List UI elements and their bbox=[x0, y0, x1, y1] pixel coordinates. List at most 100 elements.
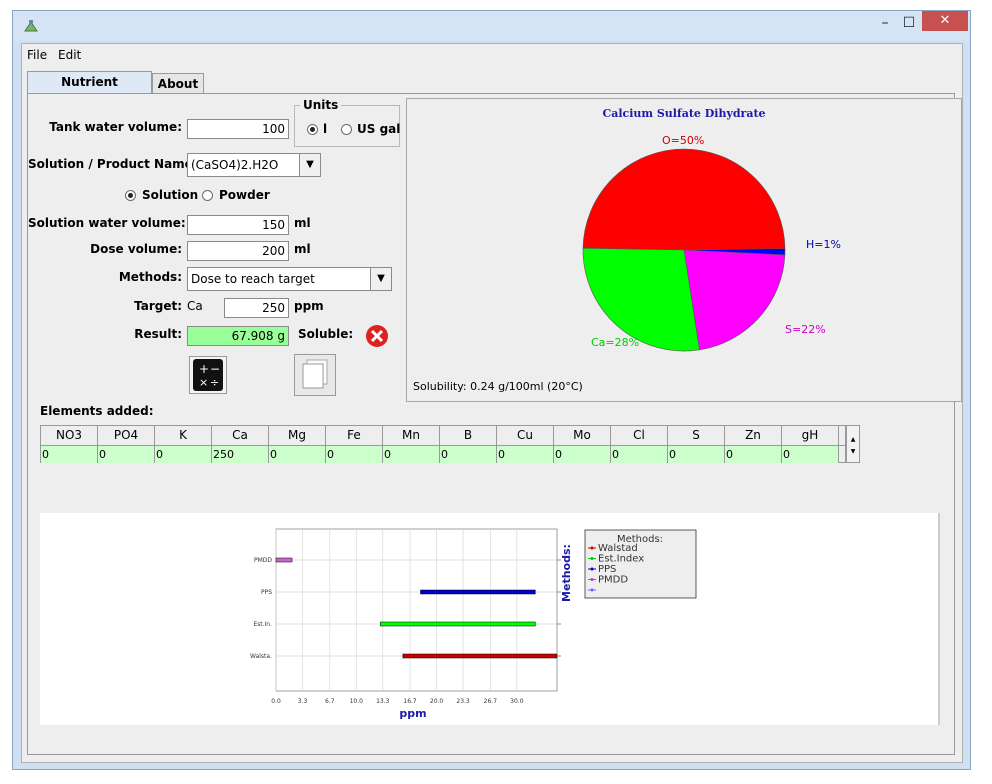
title-bar: – ☐ ✕ bbox=[13, 11, 970, 41]
y-tick-label: PPS bbox=[261, 589, 272, 596]
solution-label: Solution bbox=[142, 188, 199, 202]
methods-label: Methods: bbox=[118, 270, 182, 284]
calculate-button[interactable]: + − × ÷ bbox=[189, 356, 227, 394]
legend-item: Est.Index bbox=[598, 554, 644, 565]
plot-area bbox=[275, 528, 558, 692]
x-tick-label: 20.0 bbox=[430, 698, 444, 705]
legend-marker bbox=[590, 557, 594, 560]
insoluble-x-icon bbox=[366, 325, 388, 347]
calculator-icon: + − × ÷ bbox=[193, 359, 223, 391]
legend-item: Walstad bbox=[598, 543, 638, 554]
table-header[interactable]: S bbox=[668, 426, 725, 445]
table-scrollbar[interactable]: ▲ ▼ bbox=[846, 425, 860, 463]
product-name-label: Solution / Product Name: bbox=[28, 157, 198, 171]
table-cell[interactable]: 0 bbox=[611, 446, 668, 463]
methods-select[interactable]: Dose to reach target ▼ bbox=[187, 267, 392, 291]
table-header[interactable]: NO3 bbox=[41, 426, 98, 445]
table-header[interactable]: K bbox=[155, 426, 212, 445]
table-header[interactable]: Zn bbox=[725, 426, 782, 445]
close-button[interactable]: ✕ bbox=[922, 11, 968, 31]
pie-chart-panel: Calcium Sulfate Dihydrate O=50% H=1% S=22%… bbox=[406, 98, 962, 402]
table-header[interactable]: gH bbox=[782, 426, 839, 445]
table-cell[interactable]: 0 bbox=[668, 446, 725, 463]
y-tick-label: Est.In. bbox=[253, 621, 272, 628]
table-header[interactable]: Mn bbox=[383, 426, 440, 445]
bar bbox=[420, 589, 536, 595]
solution-radio[interactable] bbox=[125, 190, 136, 201]
powder-radio[interactable] bbox=[202, 190, 213, 201]
solution-water-unit: ml bbox=[294, 216, 311, 230]
y-tick-label: Walsta. bbox=[250, 653, 272, 660]
y-tick-label: PMDD bbox=[254, 557, 272, 564]
app-icon bbox=[24, 20, 38, 32]
copy-button[interactable] bbox=[294, 354, 336, 396]
elements-table: NO3 0 PO4 0 K 0 Ca 250 Mg 0 Fe 0 Mn 0 B 0 Cu 0 Mo 0 Cl 0 S 0 Zn 0… bbox=[40, 425, 846, 463]
scroll-up-icon[interactable]: ▲ bbox=[847, 434, 859, 446]
tank-volume-input[interactable]: 100 bbox=[187, 119, 289, 139]
table-header[interactable]: Cu bbox=[497, 426, 554, 445]
product-name-value: (CaSO4)2.H2O bbox=[191, 158, 279, 172]
svg-text:÷: ÷ bbox=[210, 376, 219, 389]
product-name-select[interactable]: (CaSO4)2.H2O ▼ bbox=[187, 153, 321, 177]
solution-water-input[interactable]: 150 bbox=[187, 215, 289, 235]
table-cell[interactable]: 0 bbox=[782, 446, 839, 463]
bar bbox=[380, 621, 536, 627]
target-label: Target: bbox=[134, 299, 182, 313]
tank-volume-label: Tank water volume: bbox=[49, 120, 182, 134]
table-divider bbox=[41, 445, 845, 446]
table-cell[interactable]: 0 bbox=[497, 446, 554, 463]
legend-item: PPS bbox=[598, 564, 616, 575]
target-input[interactable]: 250 bbox=[224, 298, 289, 318]
maximize-button[interactable]: ☐ bbox=[897, 13, 921, 33]
table-cell[interactable]: 0 bbox=[326, 446, 383, 463]
table-cell[interactable]: 0 bbox=[98, 446, 155, 463]
x-tick-label: 26.7 bbox=[484, 698, 498, 705]
table-cell[interactable]: 0 bbox=[440, 446, 497, 463]
soluble-label: Soluble: bbox=[298, 327, 354, 341]
unit-l-radio[interactable] bbox=[307, 124, 318, 135]
table-header[interactable]: Cl bbox=[611, 426, 668, 445]
minimize-button[interactable]: – bbox=[873, 13, 897, 33]
dose-volume-input[interactable]: 200 bbox=[187, 241, 289, 261]
table-header[interactable]: Fe bbox=[326, 426, 383, 445]
menu-edit[interactable]: Edit bbox=[58, 48, 81, 62]
powder-label: Powder bbox=[219, 188, 270, 202]
y-axis-label: Methods: bbox=[560, 544, 573, 602]
table-header[interactable]: Mg bbox=[269, 426, 326, 445]
table-cell[interactable]: 0 bbox=[554, 446, 611, 463]
units-title: Units bbox=[300, 98, 342, 112]
unit-usgal-radio[interactable] bbox=[341, 124, 352, 135]
table-cell[interactable]: 0 bbox=[41, 446, 98, 463]
solubility-text: Solubility: 0.24 g/100ml (20°C) bbox=[413, 380, 583, 393]
minimize-icon: – bbox=[881, 15, 889, 31]
table-header[interactable]: PO4 bbox=[98, 426, 155, 445]
legend-item: PMDD bbox=[598, 575, 628, 586]
table-header[interactable]: B bbox=[440, 426, 497, 445]
table-cell[interactable]: 0 bbox=[269, 446, 326, 463]
unit-usgal-label: US gal bbox=[357, 122, 401, 136]
tab-nutrient-calculator[interactable]: Nutrient calculator bbox=[27, 71, 152, 109]
table-cell[interactable]: 0 bbox=[383, 446, 440, 463]
table-header[interactable]: Mo bbox=[554, 426, 611, 445]
app-window: – ☐ ✕ File Edit Nutrient calculator Abou… bbox=[12, 10, 971, 770]
pie-slice-label: O=50% bbox=[662, 134, 704, 147]
close-icon: ✕ bbox=[939, 13, 951, 28]
table-cell[interactable]: 250 bbox=[212, 446, 269, 463]
table-cell[interactable]: 0 bbox=[725, 446, 782, 463]
table-cell[interactable]: 0 bbox=[155, 446, 212, 463]
pie-slice-label: Ca=28% bbox=[591, 336, 639, 349]
x-tick-label: 6.7 bbox=[325, 698, 335, 705]
scroll-down-icon[interactable]: ▼ bbox=[847, 446, 859, 458]
chevron-down-icon: ▼ bbox=[370, 268, 391, 290]
table-header[interactable]: Ca bbox=[212, 426, 269, 445]
pie-slice bbox=[582, 148, 786, 251]
tab-panel: Tank water volume: 100 Units l US gal So… bbox=[27, 93, 962, 755]
target-unit: ppm bbox=[294, 299, 324, 313]
copy-icon bbox=[302, 359, 328, 389]
tab-about[interactable]: About bbox=[152, 73, 204, 93]
solution-water-label: Solution water volume: bbox=[28, 216, 186, 230]
unit-l-label: l bbox=[323, 122, 328, 136]
maximize-icon: ☐ bbox=[902, 15, 916, 31]
menu-file[interactable]: File bbox=[27, 48, 47, 62]
dose-volume-label: Dose volume: bbox=[90, 242, 182, 256]
